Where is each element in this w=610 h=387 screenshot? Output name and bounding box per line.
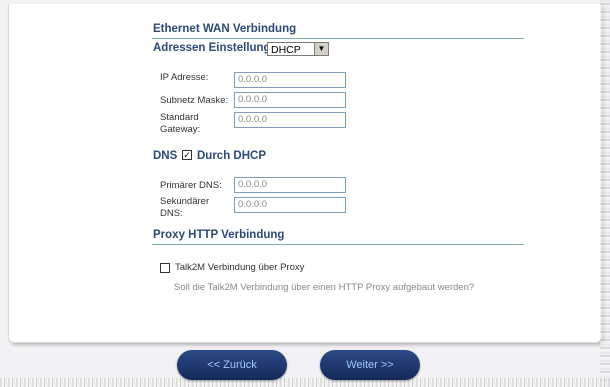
proxy-hint-text: Soll die Talk2M Verbindung über einen HT… — [174, 282, 475, 293]
gateway-label-line1: Standard — [160, 112, 199, 123]
gateway-input[interactable]: 0.0.0.0 — [234, 112, 346, 128]
subnet-mask-label: Subnetz Maske: — [160, 95, 229, 106]
dns-label: DNS — [153, 150, 178, 162]
proxy-checkbox[interactable] — [160, 263, 170, 273]
ip-address-input[interactable]: 0.0.0.0 — [234, 72, 346, 88]
back-button[interactable]: << Zurück — [177, 350, 287, 380]
address-mode-value: DHCP — [271, 44, 301, 56]
next-button[interactable]: Weiter >> — [320, 350, 420, 380]
secondary-dns-label-line2: DNS: — [160, 208, 183, 219]
primary-dns-label: Primärer DNS: — [160, 180, 222, 191]
address-setting-label: Adressen Einstellung — [153, 42, 271, 54]
torn-edge-right — [600, 0, 610, 387]
ip-address-label: IP Adresse: — [160, 72, 209, 83]
subnet-mask-input[interactable]: 0.0.0.0 — [234, 92, 346, 108]
proxy-section-divider — [152, 244, 524, 245]
dns-dhcp-label: Durch DHCP — [197, 150, 267, 162]
address-mode-select[interactable]: DHCP ▼ — [267, 42, 329, 56]
wan-section-title: Ethernet WAN Verbindung — [153, 23, 297, 35]
wan-section-divider — [152, 38, 524, 39]
chevron-down-icon[interactable]: ▼ — [314, 43, 328, 55]
gateway-label-line2: Gateway: — [160, 124, 201, 135]
proxy-checkbox-label: Talk2M Verbindung über Proxy — [175, 262, 305, 273]
primary-dns-input[interactable]: 0.0.0.0 — [234, 177, 346, 193]
dns-dhcp-checkbox[interactable]: ✓ — [182, 150, 192, 160]
secondary-dns-label-line1: Sekundärer — [160, 196, 210, 207]
torn-edge-bottom — [0, 378, 610, 387]
secondary-dns-input[interactable]: 0.0.0.0 — [234, 197, 346, 213]
proxy-section-title: Proxy HTTP Verbindung — [153, 229, 285, 241]
